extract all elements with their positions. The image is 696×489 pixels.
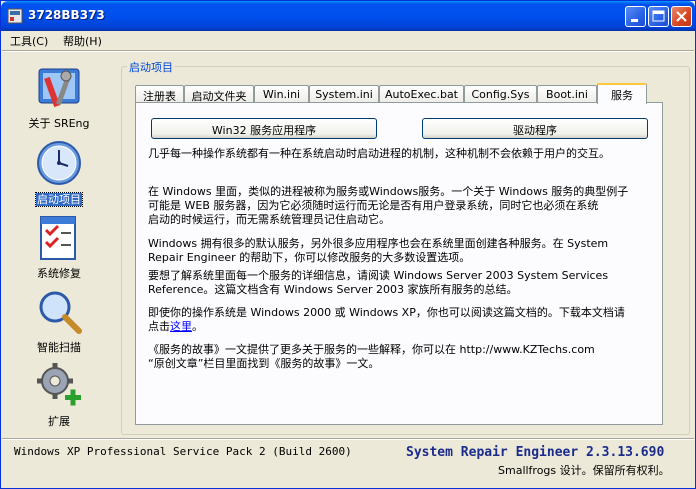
status-divider [2, 438, 694, 440]
copyright-text: Smallfrogs 设计。保留所有权利。 [498, 464, 670, 477]
close-icon [676, 11, 687, 22]
minimize-button[interactable] [625, 6, 646, 27]
tab-autoexec-bat[interactable]: AutoExec.bat [379, 85, 464, 103]
group-title: 启动项目 [127, 59, 175, 75]
tab-startup-folder[interactable]: 启动文件夹 [184, 85, 254, 103]
app-icon [7, 8, 23, 24]
tab-boot-ini[interactable]: Boot.ini [537, 85, 597, 103]
download-link[interactable]: 这里 [170, 320, 192, 333]
app-version-text: System Repair Engineer 2.3.13.690 [406, 445, 665, 460]
menu-tools[interactable]: 工具(C) [10, 33, 48, 49]
close-button[interactable] [671, 6, 692, 27]
tab-registry[interactable]: 注册表 [135, 85, 184, 103]
sidebar-item-extensions[interactable]: 扩展 [5, 357, 113, 431]
menu-help[interactable]: 帮助(H) [63, 33, 102, 49]
sidebar-item-label: 智能扫描 [37, 341, 81, 354]
gear-plus-icon [37, 363, 81, 406]
sidebar-item-system-repair[interactable]: 系统修复 [5, 209, 113, 283]
tab-system-ini[interactable]: System.ini [309, 85, 379, 103]
menu-divider [2, 50, 694, 52]
title-bar[interactable]: 3728BB373 [1, 1, 695, 31]
maximize-icon [652, 10, 665, 22]
os-version-text: Windows XP Professional Service Pack 2 (… [14, 445, 352, 458]
paragraph-download: 即使你的操作系统是 Windows 2000 或 Windows XP，你也可以… [148, 306, 625, 333]
app-window: 3728BB373 工具(C) 帮助(H) 关于 SREng 启动项目 系统修复… [0, 0, 696, 489]
sidebar-item-about[interactable]: 关于 SREng [5, 59, 113, 133]
magnifier-icon [39, 291, 82, 334]
paragraph-intro: 几乎每一种操作系统都有一种在系统启动时启动进程的机制，这种机制不会依赖于用户的交… [148, 147, 610, 160]
paragraph-story: 《服务的故事》一文提供了更多关于服务的一些解释，你可以在 http://www.… [148, 343, 595, 370]
tab-config-sys[interactable]: Config.Sys [464, 85, 537, 103]
sidebar-item-label: 关于 SREng [28, 117, 90, 130]
tab-services[interactable]: 服务 [597, 83, 647, 104]
sidebar-item-label: 扩展 [48, 415, 70, 428]
checklist-icon [40, 216, 76, 260]
menu-bar: 工具(C) 帮助(H) [2, 31, 694, 50]
window-title: 3728BB373 [28, 8, 105, 22]
sidebar-item-label: 启动项目 [35, 192, 83, 207]
paragraph-default-services: Windows 拥有很多的默认服务，另外很多应用程序也会在系统里面创建各种服务。… [148, 237, 609, 264]
sidebar-item-startup[interactable]: 启动项目 [5, 135, 113, 209]
maximize-button[interactable] [648, 6, 669, 27]
paragraph-reference: 要想了解系统里面每一个服务的详细信息，请阅读 Windows Server 20… [148, 269, 609, 296]
sidebar-item-smart-scan[interactable]: 智能扫描 [5, 283, 113, 357]
win32-services-button[interactable]: Win32 服务应用程序 [151, 118, 377, 139]
tools-icon [38, 68, 80, 108]
tab-win-ini[interactable]: Win.ini [254, 85, 309, 103]
minimize-icon [631, 19, 638, 22]
drivers-button[interactable]: 驱动程序 [422, 118, 648, 139]
sidebar-item-label: 系统修复 [37, 267, 81, 280]
sidebar: 关于 SREng 启动项目 系统修复 智能扫描 扩展 [5, 55, 113, 435]
clock-icon [37, 141, 81, 185]
paragraph-windows-services: 在 Windows 里面，类似的进程被称为服务或Windows服务。一个关于 W… [148, 185, 629, 226]
